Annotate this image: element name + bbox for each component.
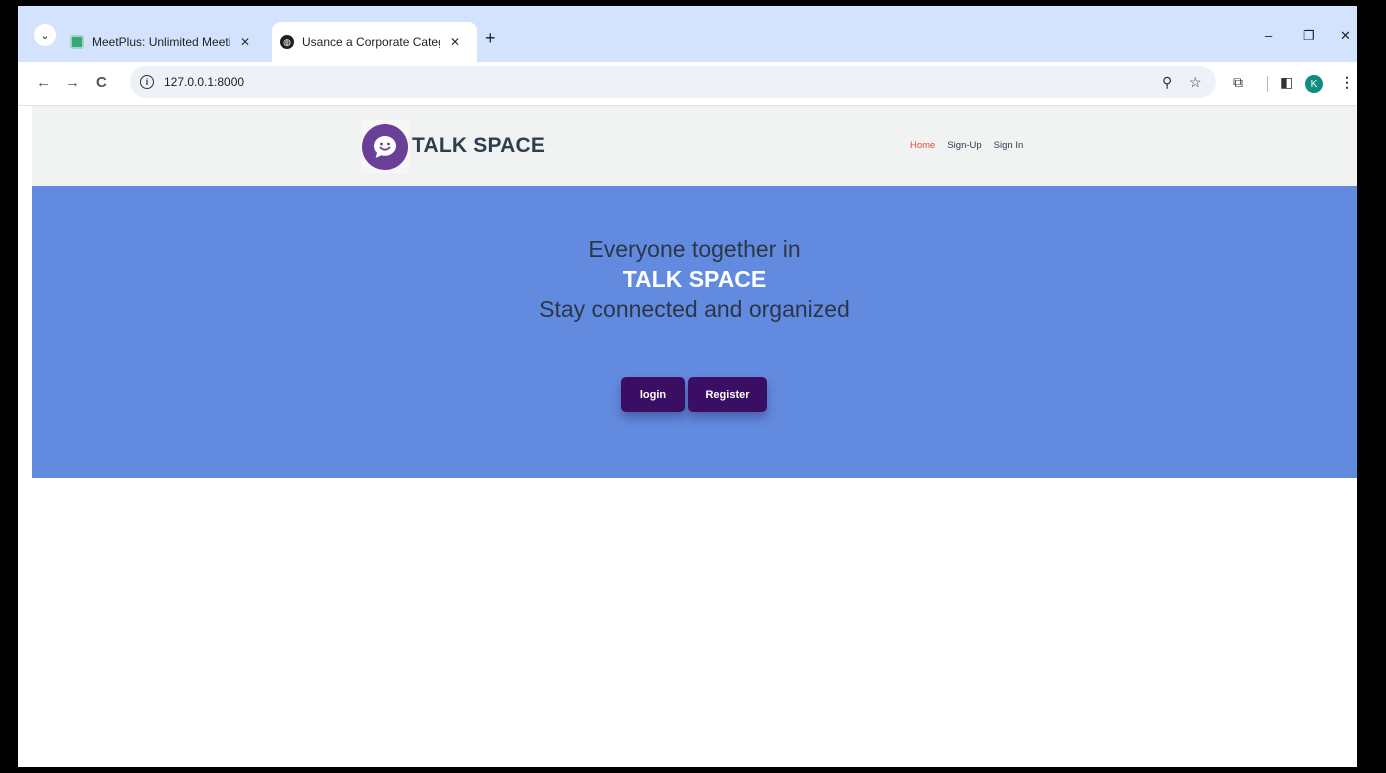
restore-icon[interactable]: ❐ <box>1303 28 1315 44</box>
hero-section: Everyone together in TALK SPACE Stay con… <box>32 186 1357 478</box>
tab-title: Usance a Corporate Category B <box>302 35 440 49</box>
hero-line-3: Stay connected and organized <box>539 296 850 322</box>
url-text: 127.0.0.1:8000 <box>164 75 245 89</box>
browser-window: ⌄ MeetPlus: Unlimited Meetings ✕ ◍ Usanc… <box>18 6 1357 767</box>
browser-toolbar: ← → C i 127.0.0.1:8000 ⚲ ☆ ⧉ ◧ K ⋮ <box>18 62 1357 106</box>
profile-avatar[interactable]: K <box>1305 75 1323 93</box>
meetplus-favicon-icon <box>70 35 84 49</box>
nav-home[interactable]: Home <box>910 140 935 151</box>
tab-active[interactable]: ◍ Usance a Corporate Category B ✕ <box>272 22 477 62</box>
brand-name[interactable]: TALK SPACE <box>412 134 545 158</box>
toolbar-divider <box>1267 76 1268 92</box>
tab-strip: ⌄ MeetPlus: Unlimited Meetings ✕ ◍ Usanc… <box>18 6 1357 62</box>
reload-icon[interactable]: C <box>96 74 107 91</box>
nav-sign-in[interactable]: Sign In <box>994 140 1024 151</box>
minimize-icon[interactable]: – <box>1265 28 1272 43</box>
chat-smiley-icon <box>362 123 408 170</box>
side-panel-icon[interactable]: ◧ <box>1280 74 1293 91</box>
tab-close-icon[interactable]: ✕ <box>450 35 460 49</box>
hero-actions: login Register <box>621 377 767 412</box>
close-window-icon[interactable]: ✕ <box>1340 28 1351 44</box>
address-bar[interactable]: i 127.0.0.1:8000 ⚲ ☆ <box>130 66 1216 98</box>
hero-line-2: TALK SPACE <box>622 266 767 292</box>
tab-title: MeetPlus: Unlimited Meetings <box>92 35 230 49</box>
globe-icon: ◍ <box>280 35 294 49</box>
tab-meetplus[interactable]: MeetPlus: Unlimited Meetings ✕ <box>62 22 264 62</box>
site-info-icon[interactable]: i <box>140 75 154 89</box>
site-header: TALK SPACE Home Sign-Up Sign In <box>32 106 1357 186</box>
login-button[interactable]: login <box>621 377 685 412</box>
register-button[interactable]: Register <box>688 377 767 412</box>
extensions-icon[interactable]: ⧉ <box>1233 74 1243 91</box>
tab-close-icon[interactable]: ✕ <box>240 35 250 49</box>
logo[interactable] <box>361 120 409 173</box>
back-arrow-icon[interactable]: ← <box>36 74 51 91</box>
new-tab-button[interactable]: + <box>485 28 496 49</box>
menu-kebab-icon[interactable]: ⋮ <box>1340 74 1354 91</box>
zoom-icon[interactable]: ⚲ <box>1162 74 1172 91</box>
tab-search-chevron-icon[interactable]: ⌄ <box>34 24 56 46</box>
hero-line-1: Everyone together in <box>588 236 801 262</box>
nav-sign-up[interactable]: Sign-Up <box>947 140 981 151</box>
forward-arrow-icon[interactable]: → <box>65 74 80 91</box>
bookmark-star-icon[interactable]: ☆ <box>1189 74 1202 91</box>
main-nav: Home Sign-Up Sign In <box>910 140 1023 151</box>
